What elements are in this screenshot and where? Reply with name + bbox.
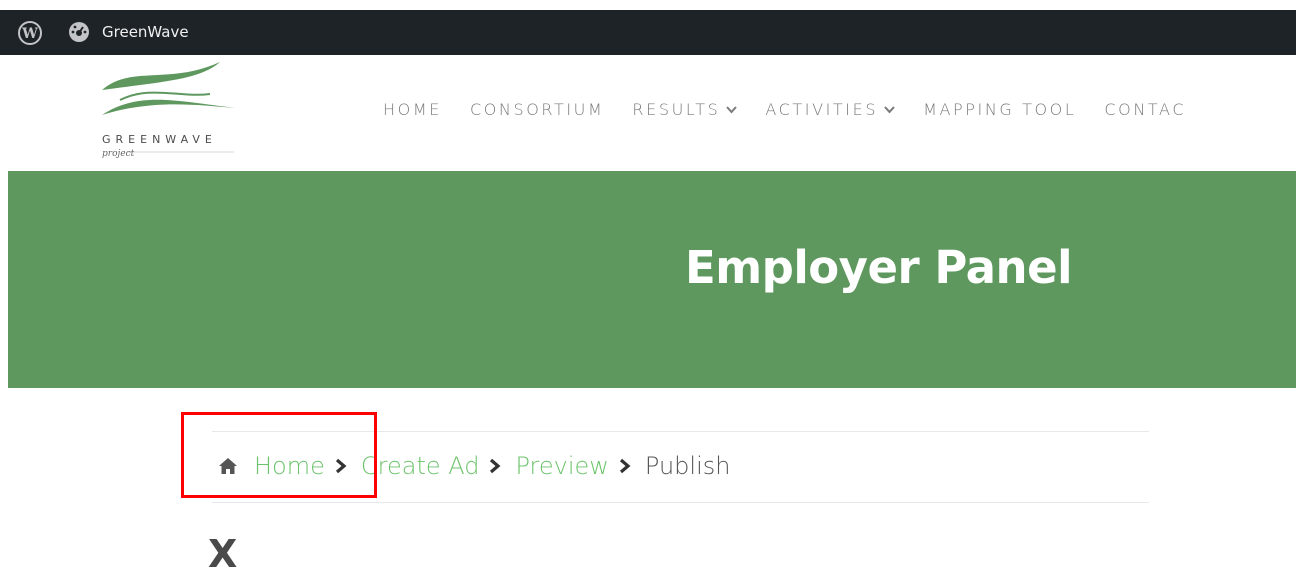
chevron-right-icon [490, 458, 501, 474]
greenwave-logo[interactable]: GREENWAVE project [100, 60, 240, 160]
chevron-right-icon [335, 458, 347, 474]
nav-label: MAPPING TOOL [923, 100, 1077, 119]
nav-item-home[interactable]: HOME [383, 100, 442, 119]
site-name-link[interactable]: GreenWave [68, 21, 189, 43]
breadcrumb-create-ad-link[interactable]: Create Ad [361, 452, 480, 480]
nav-item-consortium[interactable]: CONSORTIUM [470, 100, 604, 119]
nav-item-mapping-tool[interactable]: MAPPING TOOL [923, 100, 1076, 119]
logo-subtext: project [102, 149, 135, 159]
nav-item-activities[interactable]: ACTIVITIES [765, 100, 895, 119]
admin-bar: W GreenWave [0, 10, 1296, 55]
breadcrumb-publish-current: Publish [644, 452, 731, 480]
nav-label: HOME [383, 100, 442, 119]
chevron-down-icon [726, 105, 738, 113]
site-name-label: GreenWave [102, 23, 189, 41]
wordpress-icon[interactable]: W [18, 21, 42, 45]
logo-waves [102, 62, 236, 115]
nav-label: RESULTS [632, 100, 721, 119]
main-nav: HOME CONSORTIUM RESULTS ACTIVITIES MAPPI… [383, 100, 1214, 119]
breadcrumb-home-link[interactable]: Home [254, 452, 325, 480]
close-button[interactable]: X [208, 535, 237, 573]
nav-label: CONSORTIUM [469, 100, 605, 119]
nav-item-results[interactable]: RESULTS [632, 100, 738, 119]
dashboard-icon [69, 22, 89, 42]
page-title: Employer Panel [685, 241, 1073, 294]
nav-item-contact[interactable]: CONTAC [1104, 100, 1186, 119]
site-header: GREENWAVE project HOME CONSORTIUM RESULT… [0, 55, 1296, 171]
page-hero: Employer Panel [8, 171, 1296, 388]
svg-text:W: W [21, 26, 38, 42]
chevron-right-icon [619, 458, 631, 474]
breadcrumb: Home Create Ad Preview Publish [212, 431, 1149, 503]
nav-label: ACTIVITIES [765, 100, 879, 119]
breadcrumb-preview-link[interactable]: Preview [515, 452, 608, 480]
chevron-down-icon [884, 105, 895, 113]
logo-wordmark: GREENWAVE [102, 133, 217, 146]
home-icon [219, 458, 237, 474]
breadcrumb-trail: Home Create Ad Preview Publish [218, 452, 730, 480]
nav-label: CONTAC [1104, 100, 1187, 119]
logo-underline: project [102, 149, 234, 159]
